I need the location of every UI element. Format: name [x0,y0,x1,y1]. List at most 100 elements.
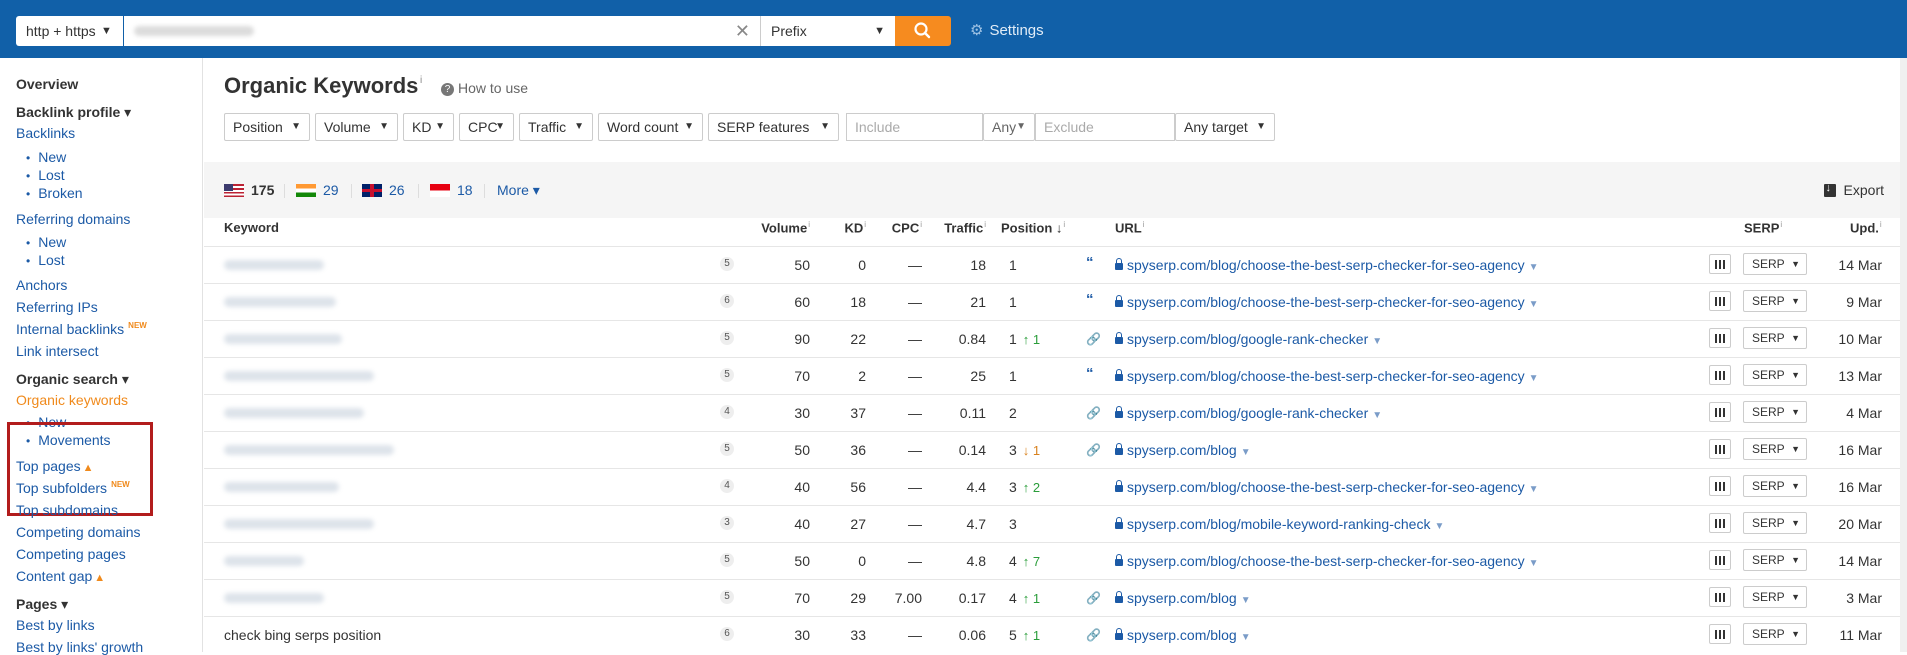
chevron-down-icon[interactable]: ▼ [1241,632,1251,643]
mode-select[interactable]: Prefix ▼ [760,16,895,46]
url-link[interactable]: spyserp.com/blog/choose-the-best-serp-ch… [1115,294,1539,310]
blurred-keyword[interactable] [224,482,339,492]
chart-button[interactable] [1709,587,1731,607]
info-icon[interactable]: i [420,75,422,86]
sidebar-item-backlinks-broken[interactable]: Broken [26,185,82,201]
serp-features-count[interactable]: 4 [720,479,734,493]
sidebar-item-referring-domains[interactable]: Referring domains [16,211,130,227]
clear-icon[interactable]: ✕ [735,20,750,42]
chart-button[interactable] [1709,328,1731,348]
url-link[interactable]: spyserp.com/blog/mobile-keyword-ranking-… [1115,516,1444,532]
url-link[interactable]: spyserp.com/blog/google-rank-checker ▼ [1115,405,1382,421]
serp-dropdown[interactable]: SERP ▼ [1743,586,1807,608]
blurred-keyword[interactable] [224,408,364,418]
serp-features-count[interactable]: 5 [720,553,734,567]
blurred-keyword[interactable] [224,297,336,307]
serp-features-count[interactable]: 6 [720,294,734,308]
serp-dropdown[interactable]: SERP ▼ [1743,401,1807,423]
sidebar-item-organic-keywords[interactable]: Organic keywords [16,392,128,408]
filter-position[interactable]: Position ▼ [224,113,310,141]
sidebar-item-backlinks-lost[interactable]: Lost [26,167,64,183]
url-link[interactable]: spyserp.com/blog ▼ [1115,442,1251,458]
chevron-down-icon[interactable]: ▼ [1529,373,1539,384]
filter-cpc[interactable]: CPC ▼ [459,113,514,141]
column-header-keyword[interactable]: Keyword [224,220,279,235]
export-button[interactable]: Export [1823,182,1884,198]
sidebar-item-anchors[interactable]: Anchors [16,277,67,293]
serp-features-count[interactable]: 5 [720,590,734,604]
sidebar-item-top-subdomains[interactable]: Top subdomains [16,502,118,518]
chart-button[interactable] [1709,550,1731,570]
chevron-down-icon[interactable]: ▼ [1241,595,1251,606]
blurred-keyword[interactable] [224,519,374,529]
chart-button[interactable] [1709,402,1731,422]
chevron-down-icon[interactable]: ▼ [1434,521,1444,532]
serp-dropdown[interactable]: SERP ▼ [1743,253,1807,275]
keyword-link[interactable]: check bing serps position [224,627,381,643]
sidebar-item-link-intersect[interactable]: Link intersect [16,343,98,359]
serp-features-count[interactable]: 3 [720,516,734,530]
column-header-cpc[interactable]: CPCi [882,220,922,235]
filter-serp-features[interactable]: SERP features ▼ [708,113,839,141]
serp-dropdown[interactable]: SERP ▼ [1743,290,1807,312]
chevron-down-icon[interactable]: ▼ [1529,558,1539,569]
url-link[interactable]: spyserp.com/blog/choose-the-best-serp-ch… [1115,553,1539,569]
chevron-down-icon[interactable]: ▼ [1529,262,1539,273]
search-button[interactable] [895,16,951,46]
sidebar-item-referring-domains-new[interactable]: New [26,234,66,250]
url-link[interactable]: spyserp.com/blog ▼ [1115,590,1251,606]
serp-features-count[interactable]: 6 [720,627,734,641]
column-header-url[interactable]: URLi [1115,220,1145,235]
blurred-keyword[interactable] [224,445,394,455]
serp-dropdown[interactable]: SERP ▼ [1743,438,1807,460]
target-url-input[interactable]: ✕ [124,16,760,46]
url-link[interactable]: spyserp.com/blog/google-rank-checker ▼ [1115,331,1382,347]
serp-features-count[interactable]: 5 [720,331,734,345]
chevron-down-icon[interactable]: ▼ [1372,336,1382,347]
column-header-traffic[interactable]: Traffici [934,220,986,235]
sidebar-item-competing-pages[interactable]: Competing pages [16,546,126,562]
country-id[interactable]: 18 [430,182,473,198]
sidebar-group-backlink-profile[interactable]: Backlink profile ▾ [16,104,131,121]
chart-button[interactable] [1709,513,1731,533]
target-select[interactable]: Any target ▼ [1175,113,1275,141]
scrollbar[interactable] [1900,58,1907,652]
serp-features-count[interactable]: 4 [720,405,734,419]
sidebar-item-competing-domains[interactable]: Competing domains [16,524,141,540]
include-input[interactable]: Include [846,113,983,141]
column-header-position[interactable]: Position ↓i [1001,220,1065,235]
blurred-keyword[interactable] [224,334,342,344]
sidebar-item-content-gap[interactable]: Content gap ▲ [16,568,105,584]
chart-button[interactable] [1709,476,1731,496]
sidebar-item-internal-backlinks[interactable]: Internal backlinks NEW [16,321,147,337]
sidebar-group-organic-search[interactable]: Organic search ▾ [16,371,129,388]
column-header-kd[interactable]: KDi [834,220,866,235]
column-header-upd[interactable]: Upd.i [1850,220,1882,235]
sidebar-item-referring-domains-lost[interactable]: Lost [26,252,64,268]
country-in[interactable]: 29 [296,182,339,198]
serp-dropdown[interactable]: SERP ▼ [1743,327,1807,349]
serp-dropdown[interactable]: SERP ▼ [1743,475,1807,497]
filter-kd[interactable]: KD ▼ [403,113,454,141]
exclude-input[interactable]: Exclude [1035,113,1175,141]
blurred-keyword[interactable] [224,556,304,566]
sidebar-item-backlinks[interactable]: Backlinks [16,125,75,141]
include-any-select[interactable]: Any ▼ [983,113,1035,141]
chevron-down-icon[interactable]: ▼ [1529,484,1539,495]
chart-button[interactable] [1709,365,1731,385]
protocol-select[interactable]: http + https ▼ [16,16,123,46]
serp-dropdown[interactable]: SERP ▼ [1743,623,1807,645]
chart-button[interactable] [1709,291,1731,311]
chart-button[interactable] [1709,439,1731,459]
chevron-down-icon[interactable]: ▼ [1241,447,1251,458]
column-header-volume[interactable]: Volumei [758,220,810,235]
filter-volume[interactable]: Volume ▼ [315,113,398,141]
sidebar-item-best-by-links[interactable]: Best by links [16,617,95,633]
how-to-use-link[interactable]: ? How to use [441,80,528,96]
country-us[interactable]: 175 [224,182,274,198]
url-link[interactable]: spyserp.com/blog/choose-the-best-serp-ch… [1115,368,1539,384]
serp-dropdown[interactable]: SERP ▼ [1743,512,1807,534]
column-header-serp[interactable]: SERPi [1744,220,1782,235]
serp-features-count[interactable]: 5 [720,368,734,382]
sidebar-item-backlinks-new[interactable]: New [26,149,66,165]
